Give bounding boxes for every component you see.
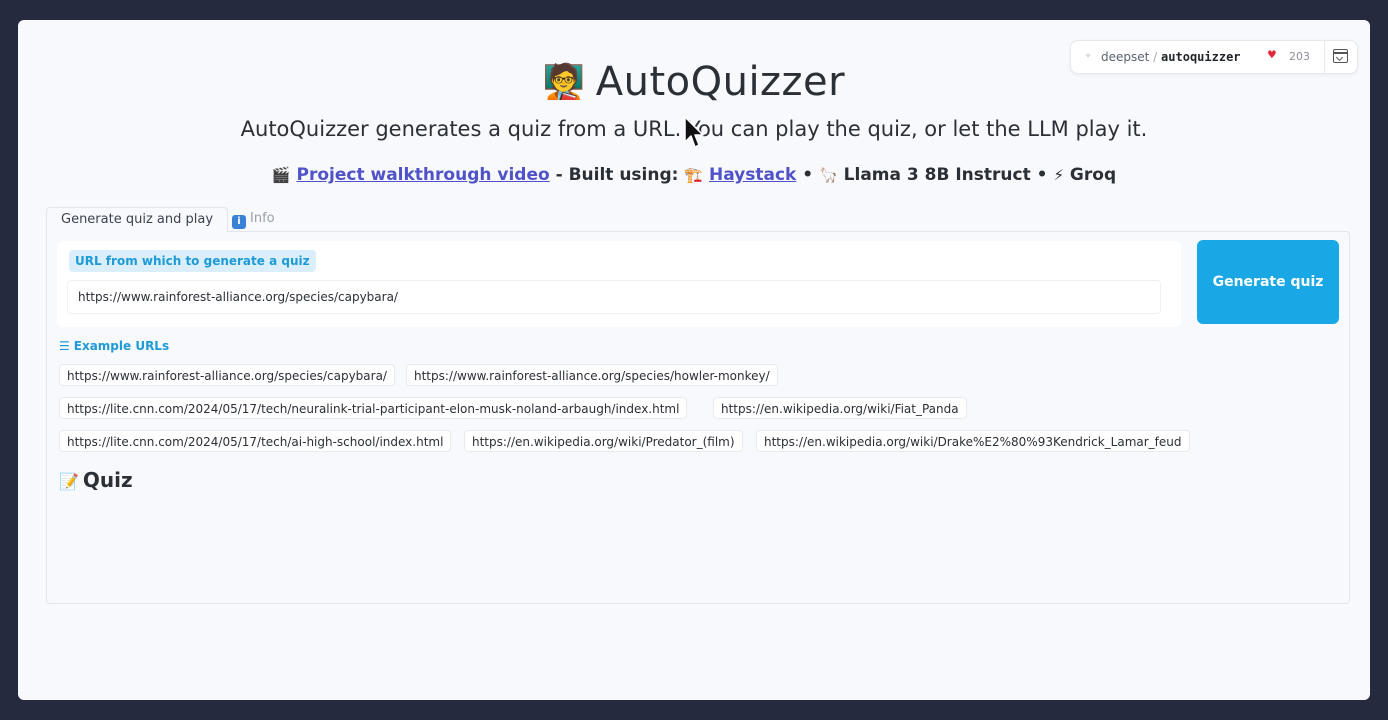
construction-icon: 🏗️: [684, 166, 704, 184]
example-urls-label: Example URLs: [73, 339, 170, 353]
app-window: ✧ deepset / autoquizzer ♥ 203 🧑‍🏫 AutoQui…: [18, 20, 1370, 700]
example-url-chip[interactable]: https://en.wikipedia.org/wiki/Drake%E2%8…: [756, 430, 1190, 452]
llama-model-text: Llama 3 8B Instruct: [843, 165, 1031, 185]
example-url-chip[interactable]: https://lite.cnn.com/2024/05/17/tech/neu…: [59, 397, 688, 419]
example-url-chip[interactable]: https://en.wikipedia.org/wiki/Predator_(…: [464, 430, 743, 452]
llama-icon: 🦙: [819, 166, 838, 184]
bullet-separator: •: [1036, 165, 1048, 185]
example-url-chip[interactable]: https://www.rainforest-alliance.org/spec…: [59, 364, 395, 386]
hf-logo-icon: ✧: [1085, 50, 1092, 61]
teacher-icon: 🧑‍🏫: [542, 62, 586, 102]
bullet-separator: •: [802, 165, 814, 185]
tab-panel: URL from which to generate a quiz Genera…: [46, 231, 1350, 604]
example-url-chip[interactable]: https://en.wikipedia.org/wiki/Fiat_Panda: [713, 397, 967, 419]
tab-info-label: Info: [250, 211, 275, 226]
lightning-icon: ⚡: [1053, 166, 1064, 184]
tab-info[interactable]: i Info: [218, 207, 289, 231]
tab-generate-quiz[interactable]: Generate quiz and play: [46, 207, 229, 232]
quiz-title: Quiz: [82, 468, 133, 492]
menu-icon[interactable]: [1333, 49, 1348, 63]
app-title: AutoQuizzer: [595, 59, 846, 105]
url-field-group: URL from which to generate a quiz: [57, 241, 1181, 327]
url-field-label: URL from which to generate a quiz: [69, 250, 316, 272]
built-using-text: - Built using:: [555, 165, 679, 185]
memo-icon: 📝: [59, 472, 79, 491]
list-icon: ☰: [59, 339, 70, 353]
clapperboard-icon: 🎬: [271, 166, 291, 184]
generate-quiz-button[interactable]: Generate quiz: [1197, 240, 1339, 324]
groq-text: Groq: [1069, 165, 1117, 185]
info-icon: i: [232, 215, 246, 229]
heart-icon[interactable]: ♥: [1268, 48, 1276, 63]
page-title: 🧑‍🏫 AutoQuizzer: [18, 62, 1370, 102]
example-url-chip[interactable]: https://www.rainforest-alliance.org/spec…: [406, 364, 778, 386]
url-input[interactable]: [67, 280, 1161, 314]
credits-line: 🎬 Project walkthrough video - Built usin…: [18, 165, 1370, 185]
quiz-heading: 📝 Quiz: [59, 468, 133, 492]
example-urls-heading: ☰ Example URLs: [59, 339, 169, 353]
haystack-link[interactable]: Haystack: [709, 165, 796, 185]
walkthrough-video-link[interactable]: Project walkthrough video: [296, 165, 549, 185]
example-url-chip[interactable]: https://lite.cnn.com/2024/05/17/tech/ai-…: [59, 430, 452, 452]
